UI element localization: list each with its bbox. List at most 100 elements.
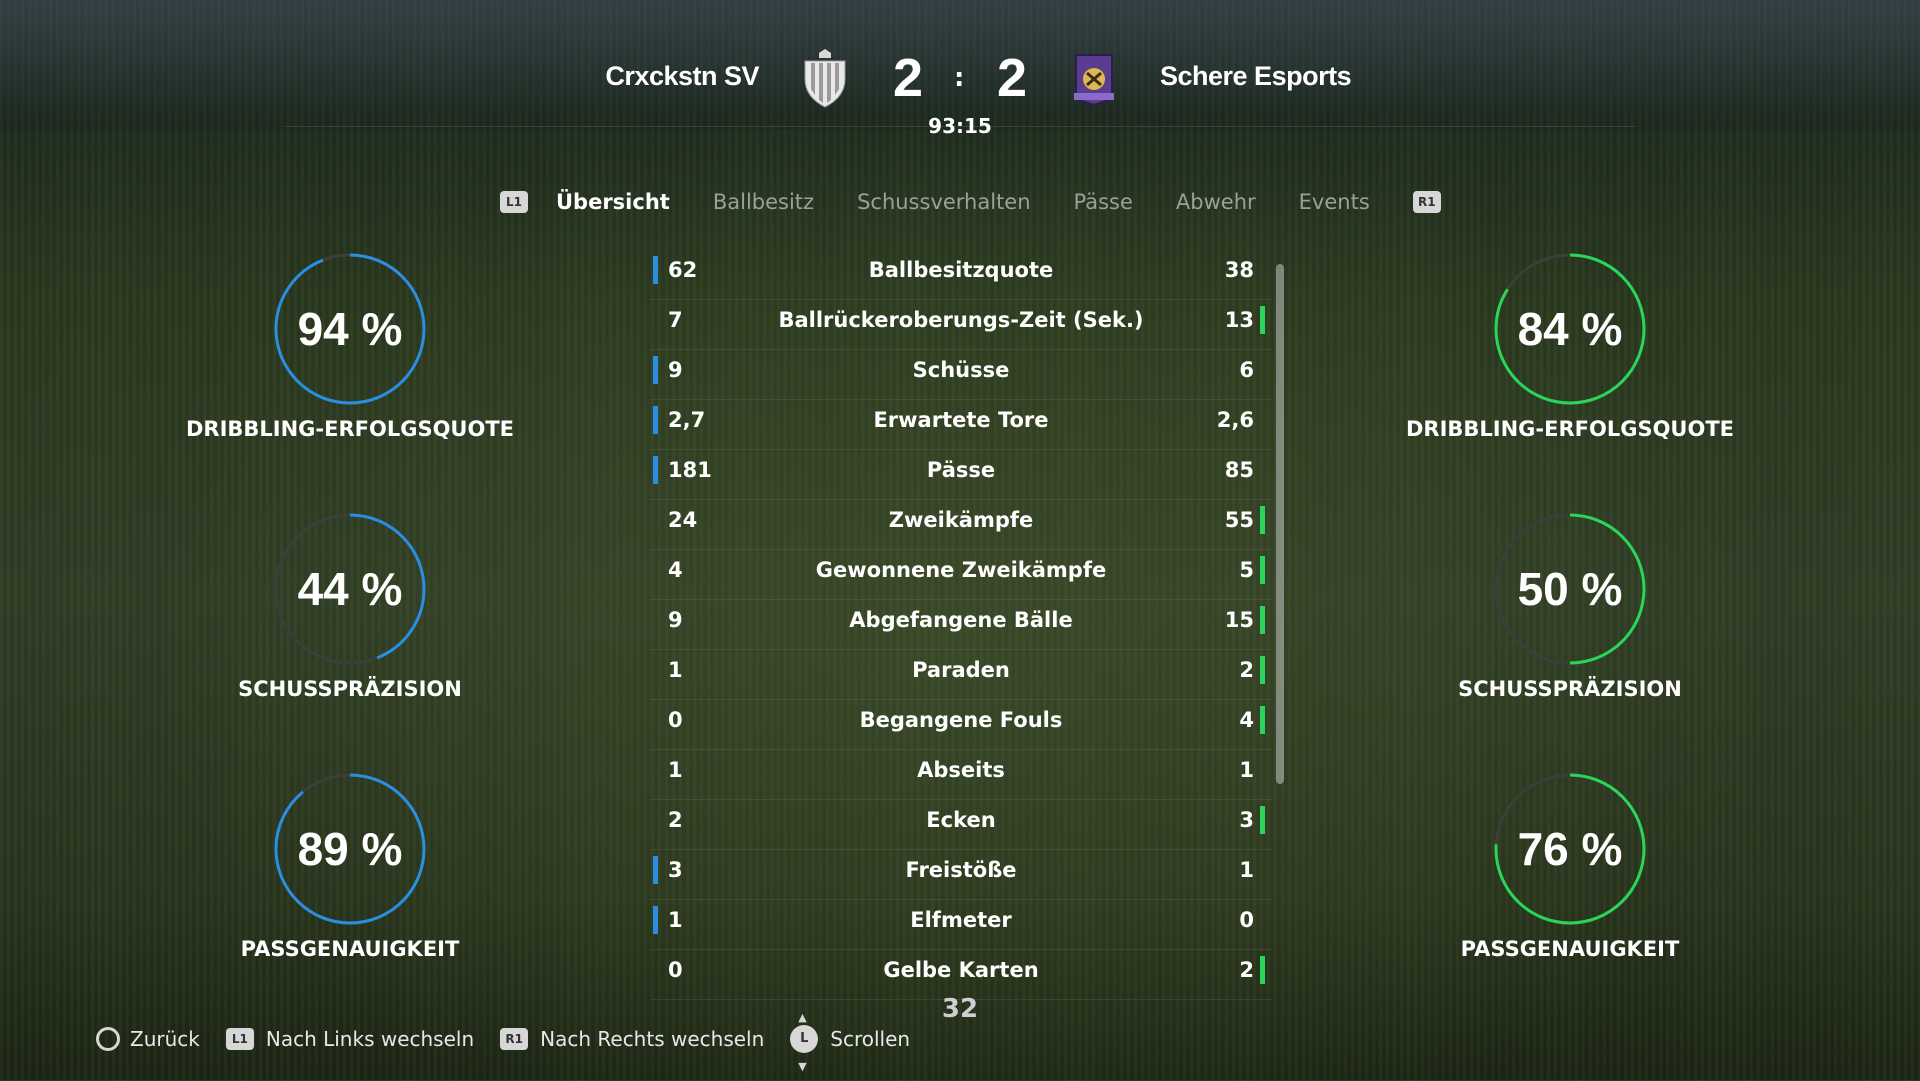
away-stat-value: 2 (1239, 958, 1254, 982)
stat-row: 1 Paraden 2 (650, 650, 1272, 700)
stat-row: 24 Zweikämpfe 55 (650, 500, 1272, 550)
stat-label: Ballbesitzquote (868, 258, 1054, 282)
away-stat-value: 55 (1224, 508, 1254, 532)
next-page-hint[interactable]: R1 Nach Rechts wechseln (500, 1027, 764, 1051)
away-shot-accuracy-label: SCHUSSPRÄZISION (1458, 677, 1682, 701)
scoreboard: Crxckstn SV 2 : 2 Schere Esports (0, 45, 1920, 115)
home-pass-accuracy-label: PASSGENAUIGKEIT (240, 937, 460, 961)
prev-page-hint-label: Nach Links wechseln (265, 1027, 475, 1051)
back-hint[interactable]: Zurück (96, 1027, 200, 1051)
away-lead-bar (1260, 656, 1265, 684)
stat-label: Elfmeter (910, 908, 1012, 932)
away-score: 2 (997, 48, 1028, 108)
r1-button-icon[interactable]: R1 (1412, 191, 1441, 213)
stat-label: Begangene Fouls (859, 708, 1063, 732)
away-dribbling-label: DRIBBLING-ERFOLGSQUOTE (1405, 417, 1735, 441)
away-stat-value: 1 (1239, 858, 1254, 882)
tab-events[interactable]: Events (1299, 190, 1370, 214)
away-stat-value: 5 (1239, 558, 1254, 582)
stats-tab-bar: L1 Übersicht Ballbesitz Schussverhalten … (500, 182, 1441, 222)
away-stat-value: 15 (1224, 608, 1254, 632)
scroll-hint-label: Scrollen (830, 1027, 911, 1051)
home-team-name: Crxckstn SV (605, 61, 759, 91)
back-hint-label: Zurück (130, 1027, 200, 1051)
away-stat-value: 0 (1239, 908, 1254, 932)
away-team-crest-icon (1074, 54, 1114, 107)
l1-button-icon: L1 (225, 1028, 254, 1050)
away-stat-value: 6 (1239, 358, 1254, 382)
home-shot-accuracy-label: SCHUSSPRÄZISION (238, 677, 462, 701)
stat-row: 1 Abseits 1 (650, 750, 1272, 800)
gauge-value: 44 % (297, 563, 403, 615)
stat-label: Gewonnene Zweikämpfe (815, 558, 1107, 582)
stats-table[interactable]: 6 2 Ballbesitzquote 38 7 Ballrückeroberungs-… (650, 250, 1272, 1000)
gauge-value: 84 % (1517, 303, 1623, 355)
stat-row: 7 Ballrückeroberungs-Zeit (Sek.) 13 (650, 300, 1272, 350)
stat-label: Schüsse (912, 358, 1010, 382)
stat-label: Erwartete Tore (873, 408, 1049, 432)
stat-label: Abgefangene Bälle (849, 608, 1073, 632)
score-separator: : (954, 63, 965, 93)
next-page-hint-label: Nach Rechts wechseln (540, 1027, 765, 1051)
gauge-value: 76 % (1517, 823, 1623, 875)
away-stat-value: 38 (1224, 258, 1254, 282)
stat-row: 9 Schüsse 6 (650, 350, 1272, 400)
away-stat-value: 4 (1239, 708, 1254, 732)
away-lead-bar (1260, 556, 1265, 584)
circle-button-icon (96, 1027, 120, 1051)
left-stick-icon: L (790, 1004, 819, 1081)
tab-uebersicht[interactable]: Übersicht (556, 190, 670, 214)
home-pass-accuracy-gauge: 89 % (270, 769, 430, 929)
tab-schussverhalten[interactable]: Schussverhalten (857, 190, 1030, 214)
away-stat-value: 2,6 (1216, 408, 1254, 432)
stat-label: Ecken (926, 808, 996, 832)
home-score: 2 (893, 48, 924, 108)
stat-row: 9 Abgefangene Bälle 15 (650, 600, 1272, 650)
stat-row: 3 Freistöße 1 (650, 850, 1272, 900)
page-number: 32 (941, 994, 979, 1024)
away-shot-accuracy-gauge: 50 % (1490, 509, 1650, 669)
stat-row: 2,7 Erwartete Tore 2,6 (650, 400, 1272, 450)
stat-row: 2 Ecken 3 (650, 800, 1272, 850)
away-team-name: Schere Esports (1160, 61, 1352, 91)
stat-row: 1 Elfmeter 0 (650, 900, 1272, 950)
away-lead-bar (1260, 306, 1265, 334)
away-lead-bar (1260, 956, 1265, 984)
away-stat-value: 2 (1239, 658, 1254, 682)
home-dribbling-label: DRIBBLING-ERFOLGSQUOTE (185, 417, 515, 441)
stat-row: 62 Ballbesitzquote 38 (650, 250, 1272, 300)
r1-button-icon: R1 (500, 1028, 529, 1050)
gauge-value: 89 % (297, 823, 403, 875)
home-dribbling-gauge: 94 % (270, 249, 430, 409)
stat-row: 4 Gewonnene Zweikämpfe 5 (650, 550, 1272, 600)
stats-scrollbar-thumb[interactable] (1276, 264, 1284, 784)
stat-label: Abseits (917, 758, 1005, 782)
tab-ballbesitz[interactable]: Ballbesitz (713, 190, 814, 214)
button-hints-bar: Zurück L1 Nach Links wechseln R1 Nach Re… (96, 1004, 936, 1081)
home-shot-accuracy-gauge: 44 % (270, 509, 430, 669)
gauge-value: 94 % (297, 303, 403, 355)
stat-row: 181 Pässe 85 (650, 450, 1272, 500)
away-stat-value: 1 (1239, 758, 1254, 782)
l1-button-icon[interactable]: L1 (500, 191, 528, 213)
prev-page-hint[interactable]: L1 Nach Links wechseln (225, 1027, 475, 1051)
away-lead-bar (1260, 806, 1265, 834)
stat-label: Zweikämpfe (888, 508, 1034, 532)
match-clock: 93:15 (928, 114, 992, 138)
away-lead-bar (1260, 606, 1265, 634)
away-lead-bar (1260, 706, 1265, 734)
scroll-hint[interactable]: L Scrollen (790, 1004, 911, 1081)
stat-label: Gelbe Karten (883, 958, 1039, 982)
tab-paesse[interactable]: Pässe (1074, 190, 1133, 214)
away-stat-value: 3 (1239, 808, 1254, 832)
away-lead-bar (1260, 506, 1265, 534)
stat-label: Paraden (912, 658, 1010, 682)
away-pass-accuracy-gauge: 76 % (1490, 769, 1650, 929)
gauge-value: 50 % (1517, 563, 1623, 615)
stat-row: 0 Begangene Fouls 4 (650, 700, 1272, 750)
away-stat-value: 85 (1224, 458, 1254, 482)
away-dribbling-gauge: 84 % (1490, 249, 1650, 409)
tab-abwehr[interactable]: Abwehr (1176, 190, 1256, 214)
stat-label: Pässe (926, 458, 996, 482)
away-pass-accuracy-label: PASSGENAUIGKEIT (1460, 937, 1680, 961)
